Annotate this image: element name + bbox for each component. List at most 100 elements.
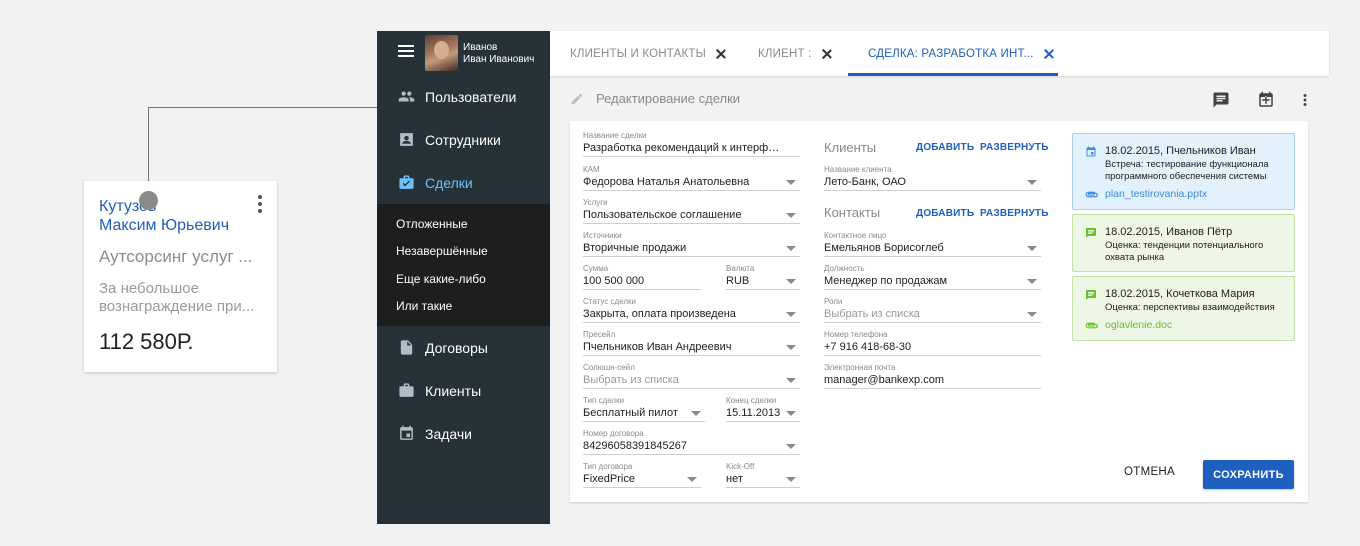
deal-name-field[interactable]: Название сделки Разработка рекомендаций … <box>583 131 800 157</box>
field-label: Тип сделки <box>583 396 625 405</box>
field-underline <box>583 289 701 290</box>
sources-select[interactable]: Источники Вторичные продажи <box>583 231 800 257</box>
dropdown-arrow-icon[interactable] <box>786 444 796 449</box>
sidebar-item-label: Сделки <box>425 174 473 191</box>
dropdown-arrow-icon[interactable] <box>786 345 796 350</box>
email-field[interactable]: Электронная почта manager@bankexp.com <box>824 363 1041 389</box>
tab-clients-contacts[interactable]: КЛИЕНТЫ И КОНТАКТЫ <box>570 31 726 76</box>
deal-end-select[interactable]: Конец сделки 15.11.2013 <box>726 396 800 422</box>
tab-client[interactable]: КЛИЕНТ : <box>758 31 832 76</box>
field-label: Тип договора <box>583 462 633 471</box>
sidebar-item-deals[interactable]: Сделки <box>377 161 550 204</box>
contact-person-select[interactable]: Контактное лицо Емельянов Борисоглеб <box>824 231 1041 257</box>
dropdown-arrow-icon[interactable] <box>786 279 796 284</box>
dropdown-arrow-icon[interactable] <box>786 312 796 317</box>
add-contact-button[interactable]: ДОБАВИТЬ <box>916 208 974 219</box>
dropdown-arrow-icon[interactable] <box>786 213 796 218</box>
activity-text: Оценка: тенденции потенциального охвата … <box>1105 240 1264 263</box>
sidebar-item-label: Задачи <box>425 425 473 442</box>
dropdown-arrow-icon[interactable] <box>1027 279 1037 284</box>
dropdown-arrow-icon[interactable] <box>786 411 796 416</box>
field-value: Вторичные продажи <box>583 242 687 254</box>
expand-clients-button[interactable]: РАЗВЕРНУТЬ <box>980 142 1049 153</box>
sidebar-item-tasks[interactable]: Задачи <box>377 412 550 455</box>
deal-edit-panel: Название сделки Разработка рекомендаций … <box>570 121 1308 502</box>
user-name[interactable]: Иванов Иван Иванович <box>463 42 534 66</box>
dropdown-arrow-icon[interactable] <box>786 180 796 185</box>
avatar[interactable] <box>425 35 458 71</box>
submenu-item[interactable]: Незавершённые <box>377 238 550 266</box>
field-label: Номер договора <box>583 429 644 438</box>
services-select[interactable]: Услуги Пользовательское соглашение <box>583 198 800 224</box>
activity-attachment[interactable]: plan_testirovania.pptx <box>1085 188 1207 200</box>
field-label: Название клиента <box>824 165 892 174</box>
roles-select[interactable]: Роли Выбрать из списка <box>824 297 1041 323</box>
phone-field[interactable]: Номер телефона +7 916 418-68-30 <box>824 330 1041 356</box>
field-underline <box>824 289 1041 290</box>
kickoff-select[interactable]: Kick-Off нет <box>726 462 800 488</box>
field-value: +7 916 418-68-30 <box>824 341 912 353</box>
sidebar-item-contracts[interactable]: Договоры <box>377 326 550 369</box>
comment-icon[interactable] <box>1212 91 1230 109</box>
kam-select[interactable]: КАМ Федорова Наталья Анатольевна <box>583 165 800 191</box>
field-value: Выбрать из списка <box>824 308 920 320</box>
field-label: Название сделки <box>583 131 647 140</box>
contract-number-select[interactable]: Номер договора 84296058391845267 <box>583 429 800 455</box>
dropdown-arrow-icon[interactable] <box>1027 246 1037 251</box>
dropdown-arrow-icon[interactable] <box>1027 180 1037 185</box>
position-select[interactable]: Должность Менеджер по продажам <box>824 264 1041 290</box>
currency-select[interactable]: Валюта RUB <box>726 264 800 290</box>
more-vert-icon[interactable] <box>1296 91 1314 109</box>
submenu-item[interactable]: Отложенные <box>377 210 550 238</box>
presale-select[interactable]: Пресейл Пчельников Иван Андреевич <box>583 330 800 356</box>
sidebar-item-clients[interactable]: Клиенты <box>377 369 550 412</box>
sum-field[interactable]: Сумма 100 500 000 <box>583 264 701 290</box>
cancel-button[interactable]: ОТМЕНА <box>1124 466 1175 478</box>
field-underline <box>726 421 800 422</box>
menu-icon[interactable] <box>398 45 414 59</box>
calendar-event-icon <box>1086 146 1096 157</box>
add-client-button[interactable]: ДОБАВИТЬ <box>916 142 974 153</box>
field-underline <box>583 355 800 356</box>
dropdown-arrow-icon[interactable] <box>786 378 796 383</box>
contacts-section-title: Контакты <box>824 205 881 220</box>
dropdown-arrow-icon[interactable] <box>1027 312 1037 317</box>
tab-deal[interactable]: СДЕЛКА: РАЗРАБОТКА ИНТ... <box>868 31 1054 76</box>
client-name-select[interactable]: Название клиента Лето-Банк, ОАО <box>824 165 1041 191</box>
card-first-middle-name: Максим Юрьевич <box>99 217 230 234</box>
field-value: Пользовательское соглашение <box>583 209 742 221</box>
solution-sale-select[interactable]: Солюшн-сейл Выбрать из списка <box>583 363 800 389</box>
field-value: Лето-Банк, ОАО <box>824 176 906 188</box>
status-select[interactable]: Статус сделки Закрыта, оплата произведен… <box>583 297 800 323</box>
activity-card[interactable]: 18.02.2015, Кочеткова Мария Оценка: перс… <box>1072 276 1295 341</box>
close-icon[interactable] <box>1044 49 1054 59</box>
more-vert-icon[interactable] <box>257 195 263 217</box>
deal-card[interactable]: Кутузов Максим Юрьевич Аутсорсинг услуг … <box>84 181 277 372</box>
field-value: Бесплатный пилот <box>583 407 678 419</box>
expand-contacts-button[interactable]: РАЗВЕРНУТЬ <box>980 208 1049 219</box>
dropdown-arrow-icon[interactable] <box>786 246 796 251</box>
save-button[interactable]: СОХРАНИТЬ <box>1203 460 1294 489</box>
card-contact-name[interactable]: Кутузов Максим Юрьевич <box>99 197 229 235</box>
close-icon[interactable] <box>716 49 726 59</box>
dropdown-arrow-icon[interactable] <box>691 411 701 416</box>
field-label: Электронная почта <box>824 363 896 372</box>
activity-card[interactable]: 18.02.2015, Иванов Пётр Оценка: тенденци… <box>1072 214 1295 272</box>
user-last-name: Иванов <box>463 42 498 53</box>
add-event-icon[interactable] <box>1257 91 1275 109</box>
submenu-item[interactable]: Или такие <box>377 293 550 321</box>
deal-type-select[interactable]: Тип сделки Бесплатный пилот <box>583 396 705 422</box>
field-underline <box>824 190 1041 191</box>
dropdown-arrow-icon[interactable] <box>687 477 697 482</box>
close-icon[interactable] <box>822 49 832 59</box>
submenu-item[interactable]: Еще какие-либо <box>377 265 550 293</box>
dropdown-arrow-icon[interactable] <box>786 477 796 482</box>
active-tab-indicator <box>848 73 1058 76</box>
activity-attachment[interactable]: oglavlenie.doc <box>1085 319 1172 331</box>
sidebar-item-employees[interactable]: Сотрудники <box>377 118 550 161</box>
contract-type-select[interactable]: Тип договора FixedPrice <box>583 462 701 488</box>
field-label: Статус сделки <box>583 297 636 306</box>
field-value: Менеджер по продажам <box>824 275 948 287</box>
activity-card[interactable]: 18.02.2015, Пчельников Иван Встреча: тес… <box>1072 133 1295 210</box>
sidebar-item-users[interactable]: Пользователи <box>377 75 550 118</box>
